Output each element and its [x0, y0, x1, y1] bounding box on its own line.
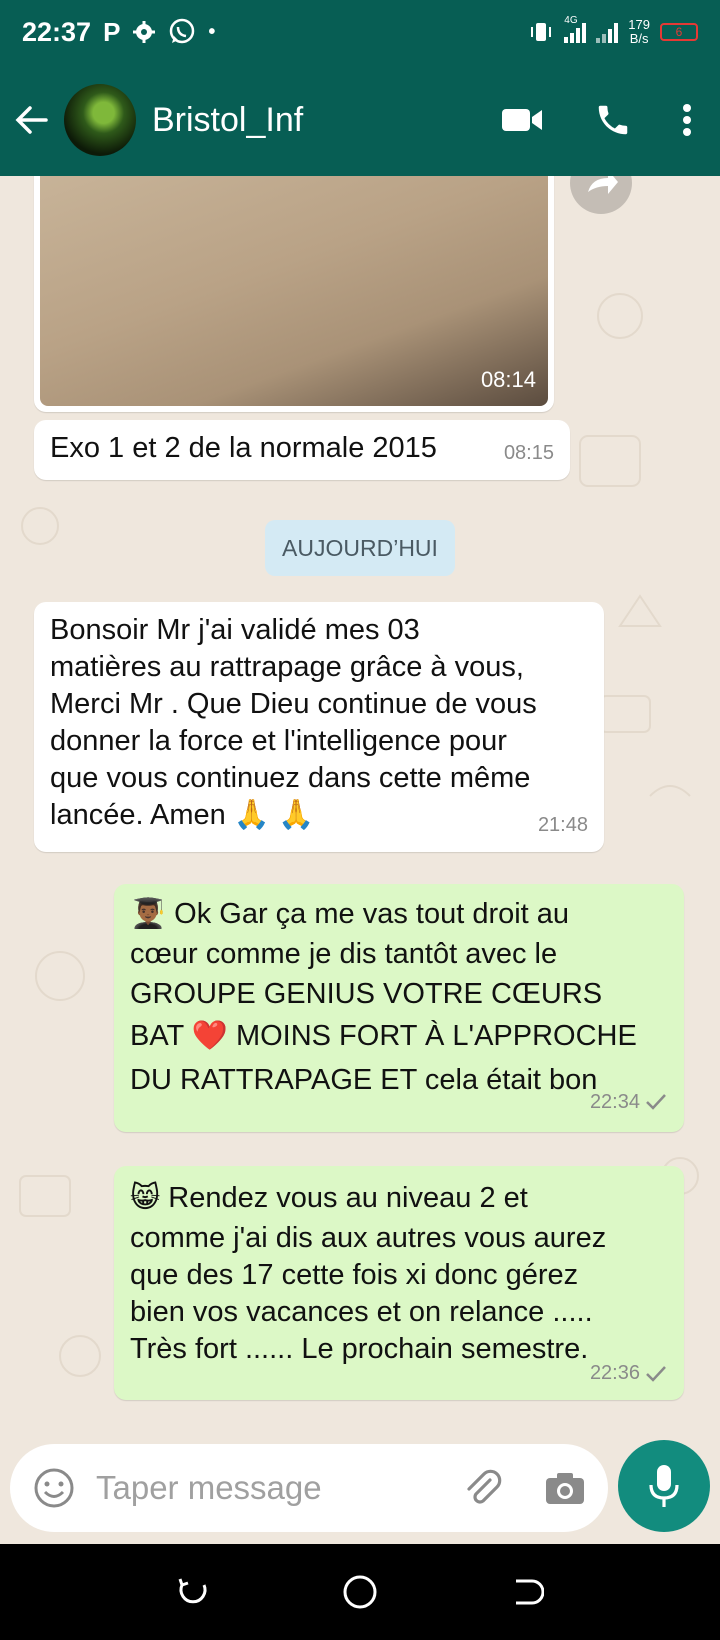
parking-icon: P — [103, 16, 121, 47]
message-line: Très fort ...... Le prochain semestre. — [130, 1333, 589, 1365]
image-message[interactable]: 08:14 — [34, 176, 554, 412]
incoming-message[interactable]: Bonsoir Mr j'ai validé mes 03 matières a… — [34, 602, 604, 852]
contact-avatar[interactable] — [64, 84, 136, 156]
input-placeholder: Taper message — [96, 1469, 322, 1506]
message-line: que des 17 cette fois xi donc gérez — [130, 1259, 579, 1291]
message-line: DU RATTRAPAGE ET cela était bon — [130, 1064, 598, 1096]
status-bar: 22:37 P • 4G 179 B/s 6 — [0, 0, 720, 64]
message-line: donner la force et l'intelligence pour — [50, 725, 507, 757]
attach-icon[interactable] — [460, 1466, 504, 1510]
chat-header: Bristol_Inf — [0, 64, 720, 176]
status-time: 22:37 — [22, 16, 92, 47]
mic-icon — [649, 1465, 679, 1507]
outgoing-message[interactable]: 👨🏾‍🎓 Ok Gar ça me vas tout droit au cœur… — [114, 884, 684, 1132]
battery-icon: 6 — [660, 23, 698, 41]
message-line: matières au rattrapage grâce à vous, — [50, 651, 524, 683]
composer: Taper message — [0, 1440, 720, 1544]
sent-check-icon — [646, 1365, 666, 1382]
whatsapp-icon — [170, 18, 195, 44]
message-line: Bonsoir Mr j'ai validé mes 03 — [50, 614, 420, 646]
message-line: BAT ❤️ MOINS FORT À L'APPROCHE — [130, 1020, 637, 1052]
signal-icon-2 — [596, 21, 619, 43]
voice-record-button[interactable] — [618, 1440, 710, 1532]
message-line: GROUPE GENIUS VOTRE CŒURS — [130, 978, 603, 1010]
outgoing-message[interactable]: 😸 Rendez vous au niveau 2 et comme j'ai … — [114, 1166, 684, 1400]
message-line: que vous continuez dans cette même — [50, 762, 531, 794]
message-time: 22:36 — [589, 1362, 640, 1384]
camera-icon[interactable] — [544, 1470, 586, 1506]
forward-icon — [588, 176, 618, 194]
video-call-icon[interactable] — [500, 105, 544, 135]
message-time: 21:48 — [537, 814, 588, 836]
settings-icon — [133, 21, 156, 43]
message-line: Merci Mr . Que Dieu continue de vous — [50, 688, 537, 720]
voice-call-icon[interactable] — [594, 101, 632, 139]
network-type: 4G — [564, 15, 578, 26]
forward-button[interactable] — [570, 176, 632, 214]
home-icon[interactable] — [342, 1574, 378, 1610]
photo-thumbnail[interactable]: 08:14 — [40, 176, 548, 406]
recent-apps-icon[interactable] — [176, 1575, 210, 1609]
message-text: Exo 1 et 2 de la normale 2015 — [50, 432, 437, 464]
back-button[interactable] — [0, 102, 64, 138]
date-divider: AUJOURD’HUI — [265, 520, 455, 576]
message-time: 08:15 — [503, 442, 554, 464]
emoji-icon[interactable] — [32, 1466, 76, 1510]
more-options-icon[interactable] — [682, 103, 692, 137]
network-speed: 179 B/s — [628, 17, 650, 46]
message-time: 22:34 — [589, 1091, 640, 1113]
message-line: bien vos vacances et on relance ..... — [130, 1296, 593, 1328]
back-nav-icon[interactable] — [510, 1575, 544, 1609]
message-line: 👨🏾‍🎓 Ok Gar ça me vas tout droit au — [130, 898, 570, 930]
message-status: 22:36 — [590, 1355, 668, 1392]
caption-message[interactable]: Exo 1 et 2 de la normale 2015 08:15 — [34, 420, 570, 480]
message-input[interactable]: Taper message — [10, 1444, 608, 1532]
message-line: 😸 Rendez vous au niveau 2 et — [130, 1182, 528, 1214]
message-line: cœur comme je dis tantôt avec le — [130, 938, 558, 970]
message-time: 08:14 — [480, 367, 536, 392]
system-nav-bar — [0, 1544, 720, 1640]
chat-area[interactable]: 08:14 Exo 1 et 2 de la normale 2015 08:1… — [0, 176, 720, 1440]
message-status: 22:34 — [590, 1080, 668, 1124]
message-line: comme j'ai dis aux autres vous aurez — [130, 1222, 607, 1254]
arrow-left-icon — [15, 106, 48, 134]
dot-icon: • — [208, 20, 216, 43]
contact-name[interactable]: Bristol_Inf — [152, 101, 303, 140]
sent-check-icon — [646, 1094, 666, 1110]
message-line: lancée. Amen 🙏 🙏 — [50, 799, 315, 831]
vibrate-icon — [531, 23, 552, 41]
